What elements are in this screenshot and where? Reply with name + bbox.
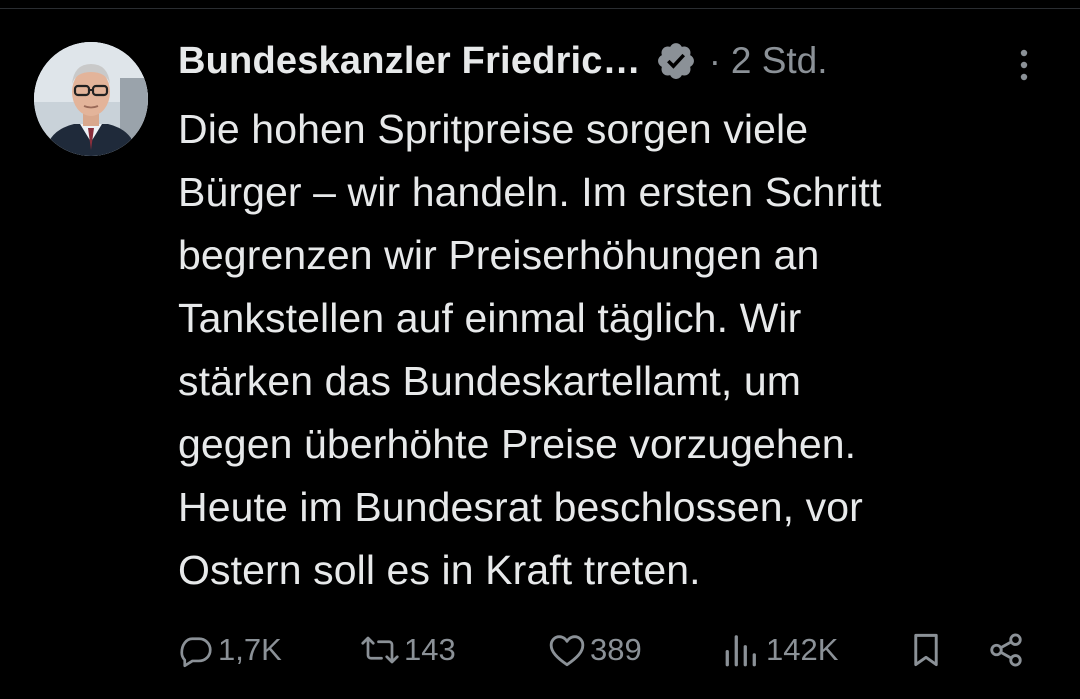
header-separator: ·	[708, 40, 721, 81]
share-icon	[990, 633, 1022, 667]
heart-icon	[549, 635, 585, 667]
like-count: 389	[590, 632, 642, 667]
bookmark-icon	[914, 633, 938, 667]
share-button[interactable]	[986, 628, 1026, 672]
bookmark-button[interactable]	[908, 628, 944, 672]
repost-icon	[361, 636, 399, 664]
repost-button[interactable]: 143	[360, 628, 456, 672]
tweet-header: Bundeskanzler Friedric… · 2 Std.	[178, 38, 1058, 84]
author-display-name[interactable]: Bundeskanzler Friedric…	[178, 40, 641, 83]
reply-icon	[180, 637, 212, 668]
tweet-actions: 1,7K 143 389 142K	[0, 628, 1080, 672]
view-count: 142K	[766, 632, 839, 667]
tweet[interactable]: Bundeskanzler Friedric… · 2 Std. Die hoh…	[0, 0, 1080, 699]
reply-button[interactable]: 1,7K	[178, 628, 282, 672]
avatar[interactable]	[34, 42, 148, 156]
tweet-text: Die hohen Spritpreise sorgen viele Bürge…	[178, 106, 882, 593]
reply-count: 1,7K	[218, 632, 282, 667]
more-options-icon[interactable]	[1010, 46, 1038, 84]
verified-badge-icon[interactable]	[655, 40, 697, 82]
repost-count: 143	[404, 632, 456, 667]
avatar-photo	[34, 42, 148, 156]
timestamp[interactable]: 2 Std.	[731, 40, 828, 82]
analytics-icon	[725, 635, 756, 667]
like-button[interactable]: 389	[548, 628, 642, 672]
views-button[interactable]: 142K	[722, 628, 838, 672]
